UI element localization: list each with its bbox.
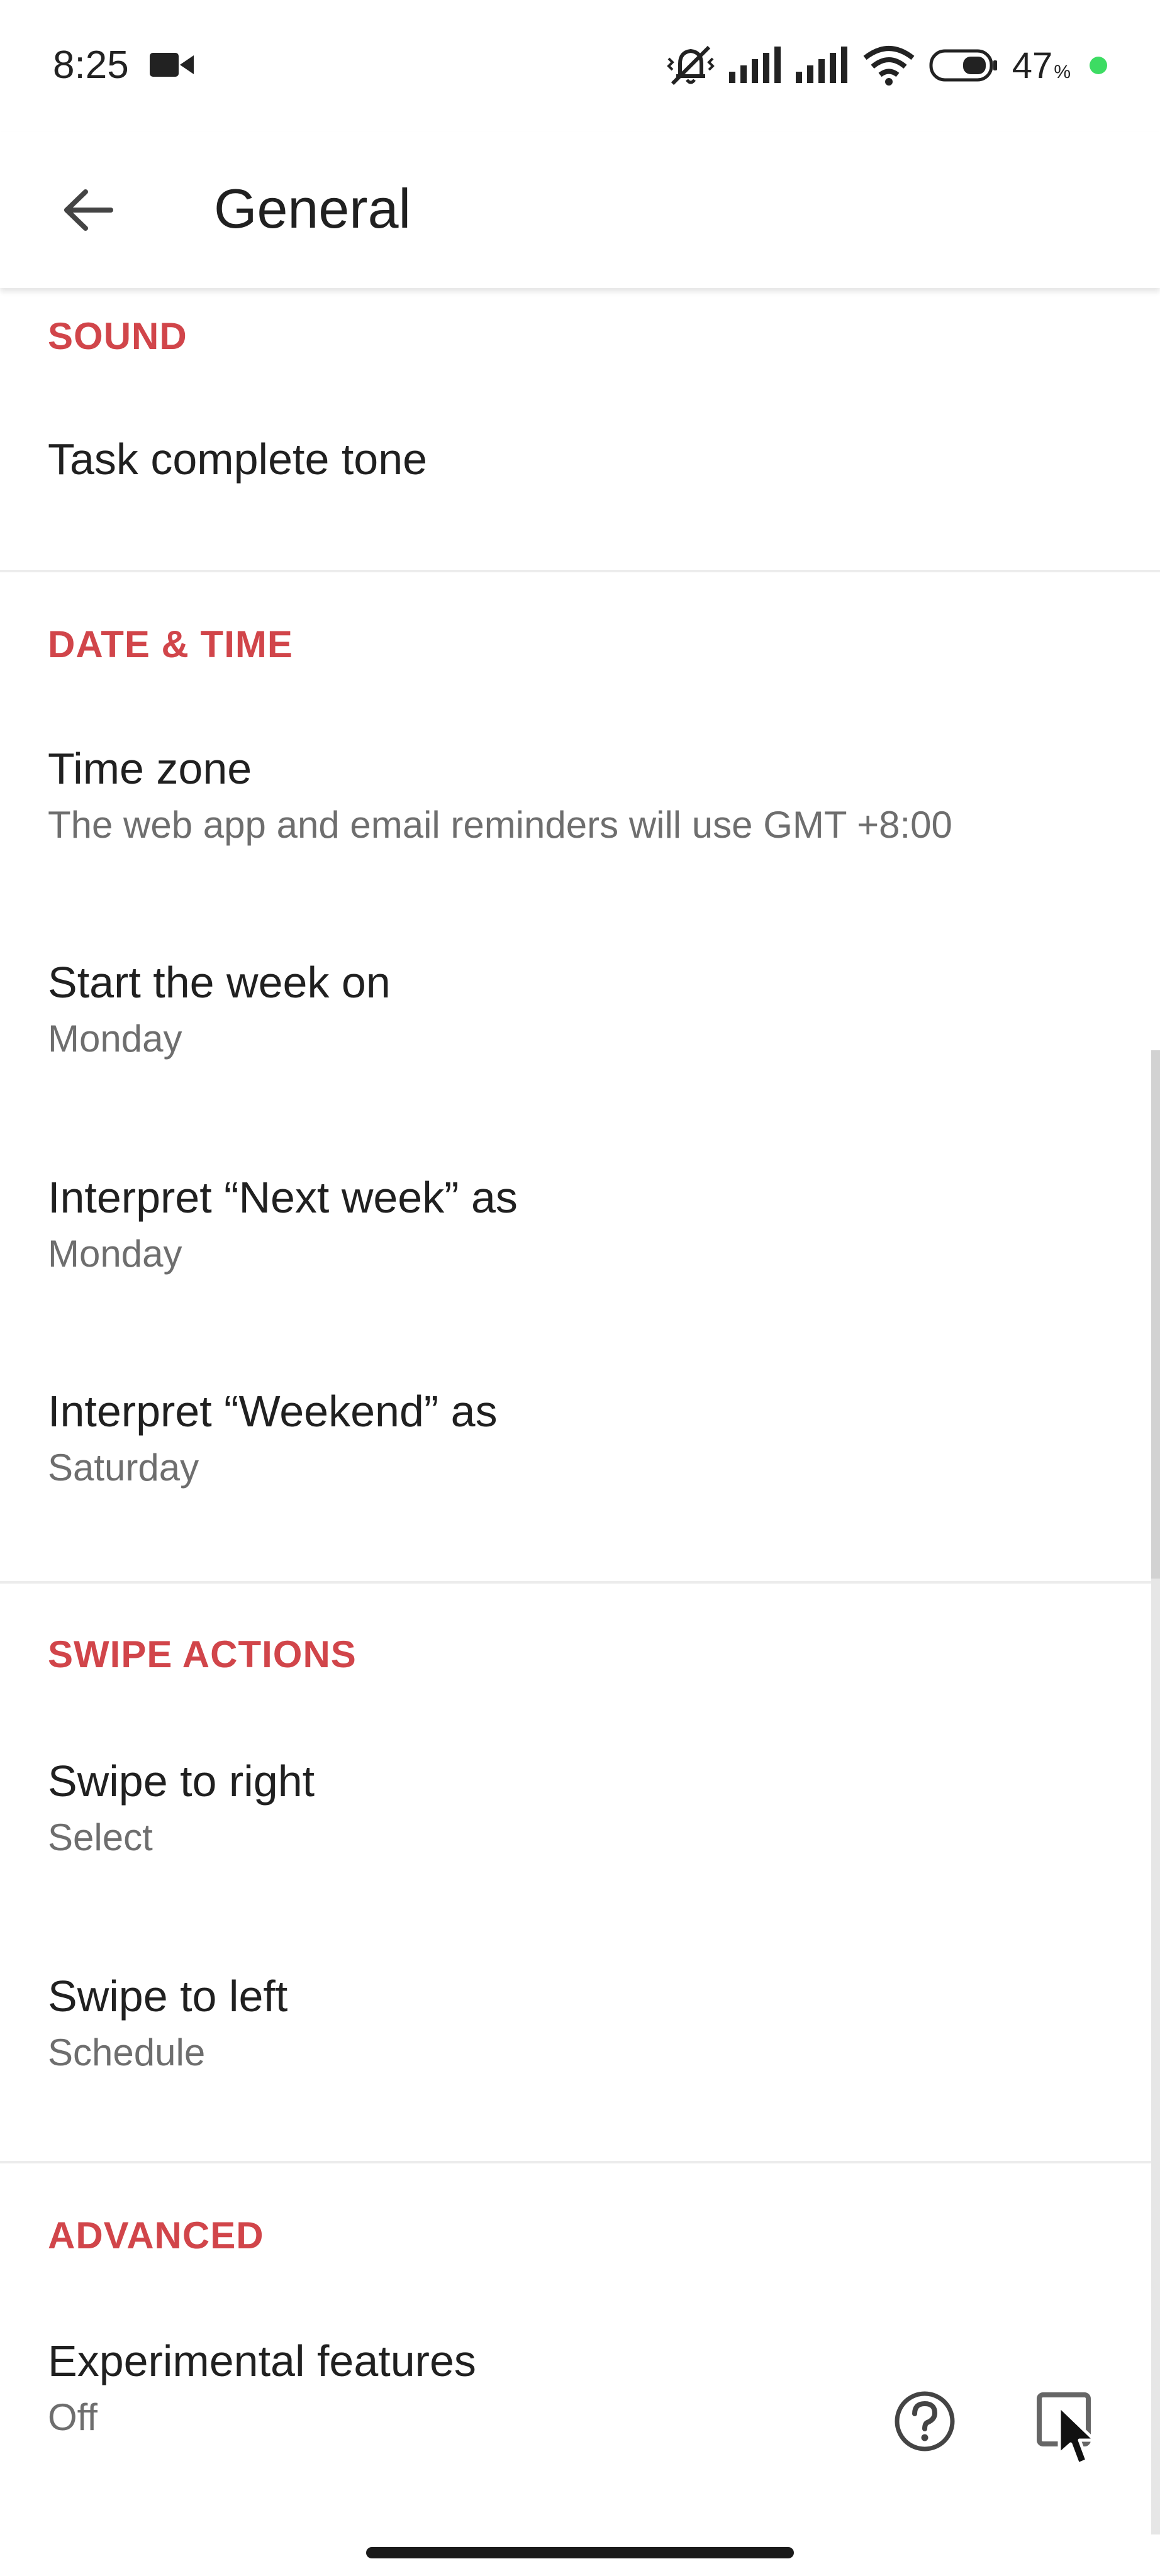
page-title: General xyxy=(214,177,411,240)
signal-icon xyxy=(728,47,781,83)
arrow-left-icon xyxy=(64,189,113,231)
home-indicator[interactable] xyxy=(366,2547,794,2558)
setting-swipe-left[interactable]: Swipe to left Schedule xyxy=(0,1972,1160,2189)
mute-vibrate-icon xyxy=(666,45,715,86)
setting-value: Monday xyxy=(48,1018,182,1060)
divider xyxy=(0,2161,1160,2163)
setting-value: Schedule xyxy=(48,2031,206,2074)
setting-experimental-features[interactable]: Experimental features Off xyxy=(0,2336,1160,2553)
setting-task-complete-tone[interactable]: Task complete tone xyxy=(0,431,1160,570)
battery-icon xyxy=(929,49,997,82)
status-icons: 47% xyxy=(666,39,1107,92)
setting-title: Swipe to left xyxy=(48,1972,288,2021)
setting-weekend[interactable]: Interpret “Weekend” as Saturday xyxy=(0,1387,1160,1604)
setting-value: Monday xyxy=(48,1233,182,1275)
video-camera-icon xyxy=(150,53,194,77)
setting-time-zone[interactable]: Time zone The web app and email reminder… xyxy=(0,744,1160,961)
setting-title: Interpret “Weekend” as xyxy=(48,1387,498,1436)
setting-value: Select xyxy=(48,1816,153,1858)
back-button[interactable] xyxy=(44,166,132,254)
battery-percentage: 47% xyxy=(1012,45,1071,87)
section-header-swipe-actions: SWIPE ACTIONS xyxy=(48,1633,357,1675)
battery-percent-unit: % xyxy=(1054,61,1071,82)
setting-swipe-right[interactable]: Swipe to right Select xyxy=(0,1757,1160,1974)
setting-title: Experimental features xyxy=(48,2336,476,2385)
scrollbar-thumb[interactable] xyxy=(1151,1050,1160,1579)
screen: 8:25 47 % General SOUND Task complete to… xyxy=(0,0,1160,2576)
status-time: 8:25 xyxy=(53,43,129,87)
setting-title: Time zone xyxy=(48,744,252,793)
section-header-sound: SOUND xyxy=(48,315,187,357)
privacy-indicator-dot xyxy=(1090,57,1107,74)
setting-value: Saturday xyxy=(48,1446,199,1489)
help-icon[interactable] xyxy=(893,2390,956,2453)
divider xyxy=(0,1581,1160,1584)
setting-title: Task complete tone xyxy=(48,435,428,484)
setting-title: Start the week on xyxy=(48,958,391,1007)
section-header-advanced: ADVANCED xyxy=(48,2214,264,2257)
setting-title: Interpret “Next week” as xyxy=(48,1173,518,1222)
wifi-icon xyxy=(863,46,915,86)
divider xyxy=(0,570,1160,572)
setting-value: Off xyxy=(48,2396,98,2438)
setting-next-week[interactable]: Interpret “Next week” as Monday xyxy=(0,1173,1160,1390)
status-bar: 8:25 47 % xyxy=(0,0,1160,132)
app-bar: General xyxy=(0,132,1160,288)
signal-icon xyxy=(795,47,847,83)
setting-value: The web app and email reminders will use… xyxy=(48,804,952,846)
setting-title: Swipe to right xyxy=(48,1757,315,1806)
setting-start-week[interactable]: Start the week on Monday xyxy=(0,958,1160,1175)
section-header-date-time: DATE & TIME xyxy=(48,623,293,665)
battery-percent-value: 47 xyxy=(1012,45,1053,86)
mouse-pointer-icon xyxy=(1037,2392,1096,2466)
